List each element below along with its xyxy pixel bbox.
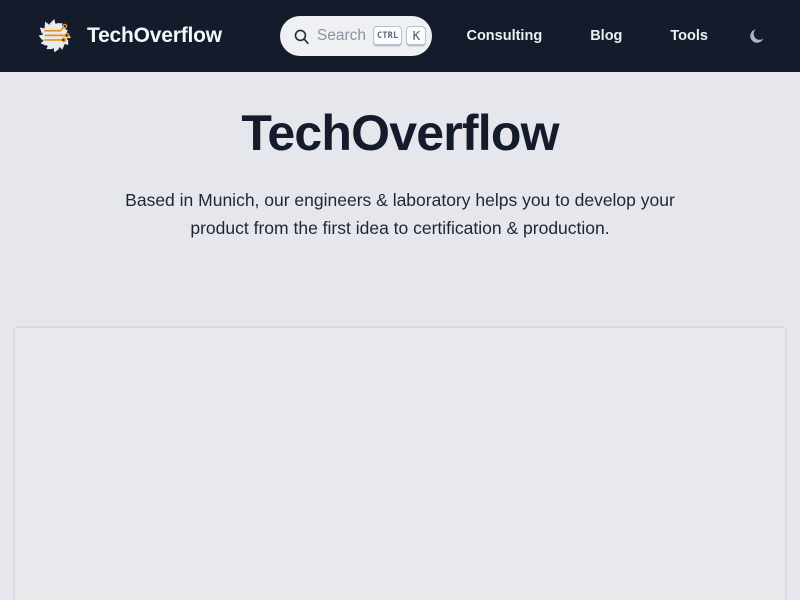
- hero-section: TechOverflow Based in Munich, our engine…: [0, 72, 800, 243]
- brand-name: TechOverflow: [87, 24, 222, 47]
- content-panel: [15, 328, 785, 600]
- nav-item-blog[interactable]: Blog: [566, 0, 646, 72]
- dark-mode-toggle-button[interactable]: [744, 23, 770, 49]
- search-icon: [293, 28, 310, 45]
- nav-item-consulting[interactable]: Consulting: [442, 0, 566, 72]
- page-title: TechOverflow: [241, 105, 559, 161]
- search-input[interactable]: Search CTRL K: [279, 16, 432, 56]
- moon-icon: [748, 27, 766, 45]
- main-navigation: Consulting Blog Tools: [442, 0, 776, 72]
- site-header: TechOverflow Search CTRL K Consulting Bl…: [0, 0, 800, 72]
- search-placeholder: Search: [316, 27, 367, 44]
- hero-subtitle: Based in Munich, our engineers & laborat…: [125, 190, 675, 239]
- brand-logo-link[interactable]: TechOverflow: [34, 15, 222, 57]
- shortcut-key-ctrl: CTRL: [373, 26, 403, 46]
- gear-circuit-logo-icon: [34, 15, 76, 57]
- nav-item-tools[interactable]: Tools: [646, 0, 732, 72]
- search-shortcut-badges: CTRL K: [373, 26, 427, 46]
- shortcut-key-k: K: [406, 26, 427, 46]
